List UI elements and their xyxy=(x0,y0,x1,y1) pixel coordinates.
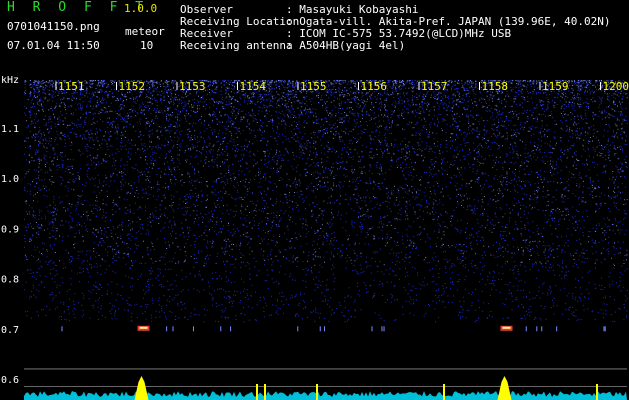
antenna-label: Receiving antenna xyxy=(180,39,293,52)
x-tick-label: 1152 xyxy=(119,80,146,93)
signal-spike xyxy=(256,384,258,400)
meteor-label: meteor xyxy=(125,25,165,38)
x-tick-label: 1200 xyxy=(603,80,629,93)
meteor-trace-core xyxy=(139,326,148,329)
y-tick-label: 0.7 xyxy=(1,325,19,336)
faint-echo xyxy=(192,326,194,332)
meteor-count: 10 xyxy=(140,39,154,52)
x-tick-label: 1153 xyxy=(179,80,206,93)
faint-echo xyxy=(230,326,232,332)
signal-baseline xyxy=(24,391,627,400)
x-tick-labels: 1151 1152 1153 1154 1155 1156 1157 1158 1159 1200 xyxy=(55,80,629,93)
y-unit-label: kHz xyxy=(1,76,19,86)
noise-field xyxy=(24,80,628,387)
faint-echo xyxy=(166,326,168,332)
x-tick-label: 1154 xyxy=(240,80,267,93)
signal-strength-plot xyxy=(24,376,627,400)
signal-peak xyxy=(497,376,512,400)
faint-echo xyxy=(323,326,325,332)
signal-spike xyxy=(316,384,318,400)
app-version: 1.0.0 xyxy=(124,2,158,15)
faint-echo xyxy=(536,326,538,332)
faint-echo xyxy=(61,326,63,332)
faint-echo xyxy=(319,326,321,332)
y-tick-label: 0.8 xyxy=(1,275,19,286)
antenna-value: : A504HB(yagi 4el) xyxy=(286,39,406,52)
noise-speckle xyxy=(24,80,628,323)
filename-label: 0701041150.png xyxy=(7,20,100,33)
faint-echo xyxy=(604,326,606,332)
faint-echo xyxy=(603,326,605,332)
x-tick-label: 1157 xyxy=(421,80,448,93)
y-tick-label: 1.0 xyxy=(1,174,19,185)
faint-echo xyxy=(383,326,385,332)
y-tick-label: 0.9 xyxy=(1,224,19,235)
datetime-label: 07.01.04 11:50 xyxy=(7,39,100,52)
faint-echo xyxy=(297,326,299,332)
y-tick-label: 0.6 xyxy=(1,375,19,386)
meteor-traces xyxy=(61,325,606,332)
faint-echo xyxy=(381,326,383,332)
y-tick-labels: kHz 1.1 1.0 0.9 0.8 0.7 0.6 xyxy=(1,76,19,386)
signal-peak xyxy=(134,376,149,400)
x-tick-label: 1156 xyxy=(361,80,388,93)
x-tick-label: 1155 xyxy=(300,80,327,93)
faint-echo xyxy=(371,326,373,332)
y-tick-label: 1.1 xyxy=(1,124,19,135)
faint-echo xyxy=(172,326,174,332)
faint-echo xyxy=(541,326,543,332)
signal-spike xyxy=(264,384,266,400)
faint-echo xyxy=(220,326,222,332)
x-tick-label: 1158 xyxy=(482,80,509,93)
x-tick-label: 1159 xyxy=(542,80,569,93)
spectrogram-chart: 1151 1152 1153 1154 1155 1156 1157 1158 1159 1200… xyxy=(1,76,629,400)
x-tick-label: 1151 xyxy=(58,80,85,93)
signal-spike xyxy=(443,384,445,400)
signal-spike xyxy=(596,384,598,400)
faint-echo xyxy=(556,326,558,332)
header-panel: H R O F F T 1.0.0 0701041150.png 07.01.0… xyxy=(0,0,629,76)
faint-echo xyxy=(525,326,527,332)
meteor-trace-core xyxy=(502,326,511,329)
